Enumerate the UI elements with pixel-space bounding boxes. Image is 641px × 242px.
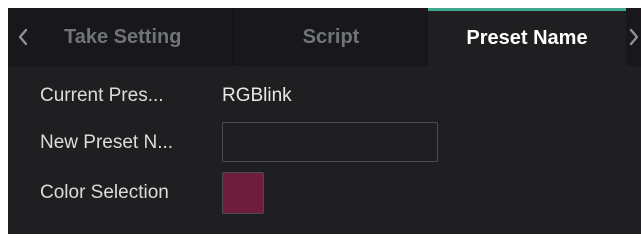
new-preset-name-label: New Preset N...	[40, 132, 174, 153]
tab-preset-name[interactable]: Preset Name	[428, 8, 626, 66]
chevron-right-icon[interactable]	[625, 22, 641, 52]
current-preset-label: Current Pres...	[40, 85, 164, 106]
tab-script[interactable]: Script	[232, 8, 429, 66]
color-selection-label: Color Selection	[40, 182, 169, 203]
chevron-left-icon[interactable]	[12, 22, 34, 52]
color-swatch-button[interactable]	[222, 172, 264, 214]
new-preset-name-input[interactable]	[222, 122, 438, 162]
tab-take-setting[interactable]: Take Setting	[42, 8, 232, 66]
tab-bar: Take Setting Script Preset Name	[8, 8, 641, 66]
preset-panel: Take Setting Script Preset Name Current …	[8, 8, 641, 234]
current-preset-value: RGBlink	[222, 85, 292, 106]
